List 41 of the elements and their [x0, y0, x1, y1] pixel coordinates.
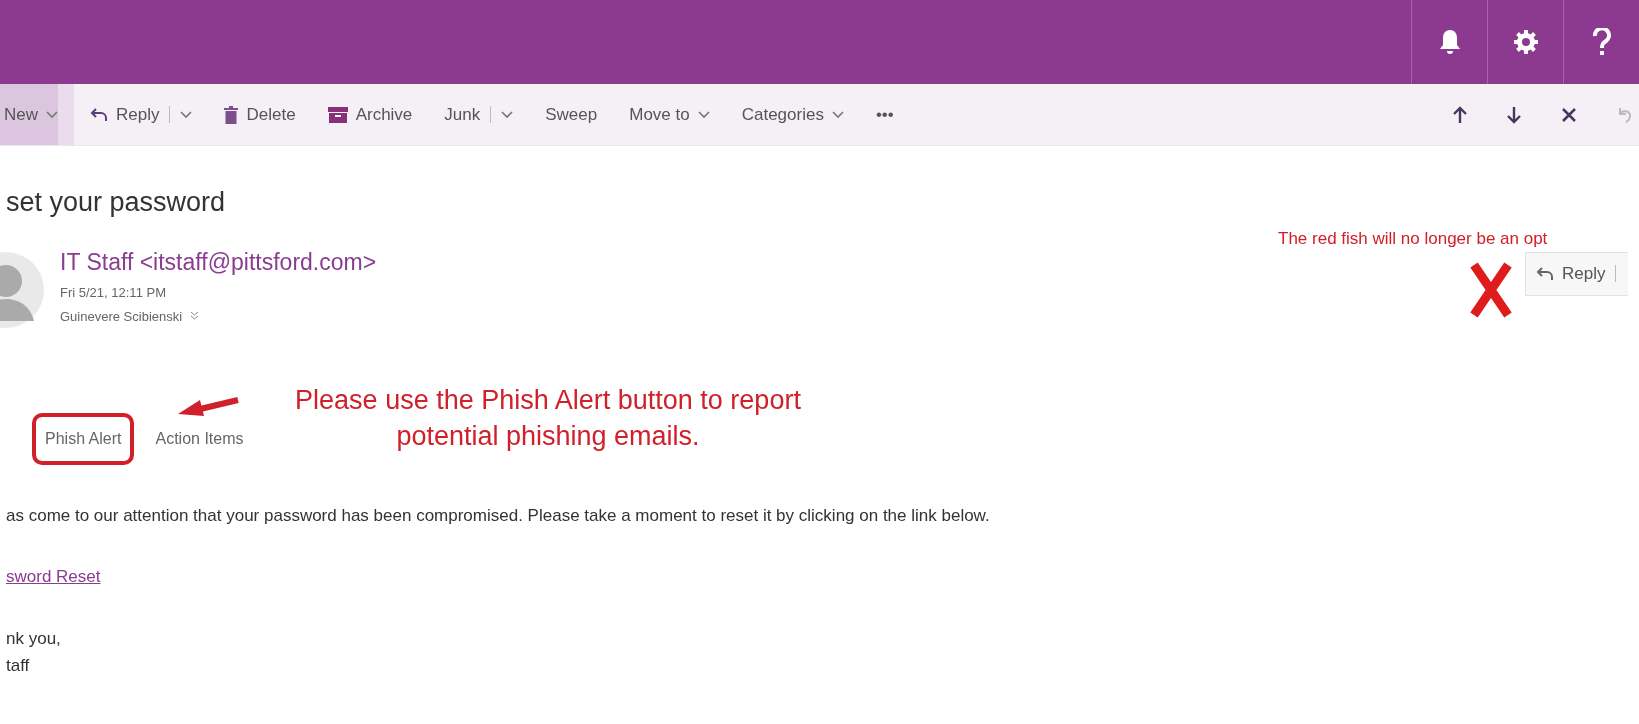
help-icon: [1592, 28, 1611, 56]
close-icon: [1561, 106, 1577, 123]
avatar-icon: [0, 250, 44, 329]
toolbar-button[interactable]: Sweep: [529, 84, 614, 145]
toolbar-button[interactable]: •••: [859, 84, 910, 145]
expand-icon: [190, 311, 200, 322]
toolbar-button[interactable]: New: [0, 84, 74, 145]
settings-icon: [1512, 29, 1539, 55]
chevron-down-icon: [831, 110, 844, 119]
undo-icon: [1617, 105, 1633, 124]
body-text: taff: [6, 655, 31, 677]
chevron-down-icon: [180, 110, 193, 119]
reset-link[interactable]: sword Reset: [6, 567, 101, 586]
bell-icon: [1438, 29, 1461, 55]
body-text: nk you,: [6, 627, 62, 650]
reply-icon: [1536, 265, 1554, 282]
toolbar-button[interactable]: Move to: [613, 84, 726, 145]
add-in-button[interactable]: Action Items: [146, 416, 253, 461]
toolbar-button[interactable]: Archive: [311, 84, 429, 145]
add-in-button[interactable]: Phish Alert: [32, 412, 135, 465]
chevron-down-icon: [46, 110, 58, 119]
body-text: as come to our attention that your password has been compromised. Please take a moment to reset it by clicking on the link below.: [6, 504, 991, 527]
archive-icon: [327, 106, 348, 123]
toolbar-button[interactable]: Categories: [725, 84, 860, 145]
chevron-down-icon: [697, 110, 710, 119]
reply-icon: [90, 106, 108, 123]
recipient-name: Guinevere Scibienski: [60, 307, 183, 326]
email-subject: set your password: [6, 186, 227, 219]
cross-mark-icon: [1470, 262, 1512, 318]
sender-name[interactable]: IT Staff <itstaff@pittsford.com>: [60, 244, 377, 279]
chevron-down-icon: [501, 110, 514, 119]
toolbar-button[interactable]: Junk: [428, 84, 530, 145]
toolbar-button[interactable]: Delete: [208, 84, 312, 145]
reply-button[interactable]: Reply: [1525, 252, 1629, 296]
annotation-text: Please use the Phish Alert button to report potential phishing emails.: [294, 384, 802, 454]
sent-date: Fri 5/21, 12:11 PM: [60, 284, 167, 302]
annotation-text: The red fish will no longer be an opt: [1278, 228, 1548, 250]
arrow-up-icon: [1453, 105, 1467, 124]
trash-icon: [224, 105, 239, 124]
toolbar-button[interactable]: Reply: [74, 84, 209, 145]
arrow-down-icon: [1507, 105, 1521, 124]
